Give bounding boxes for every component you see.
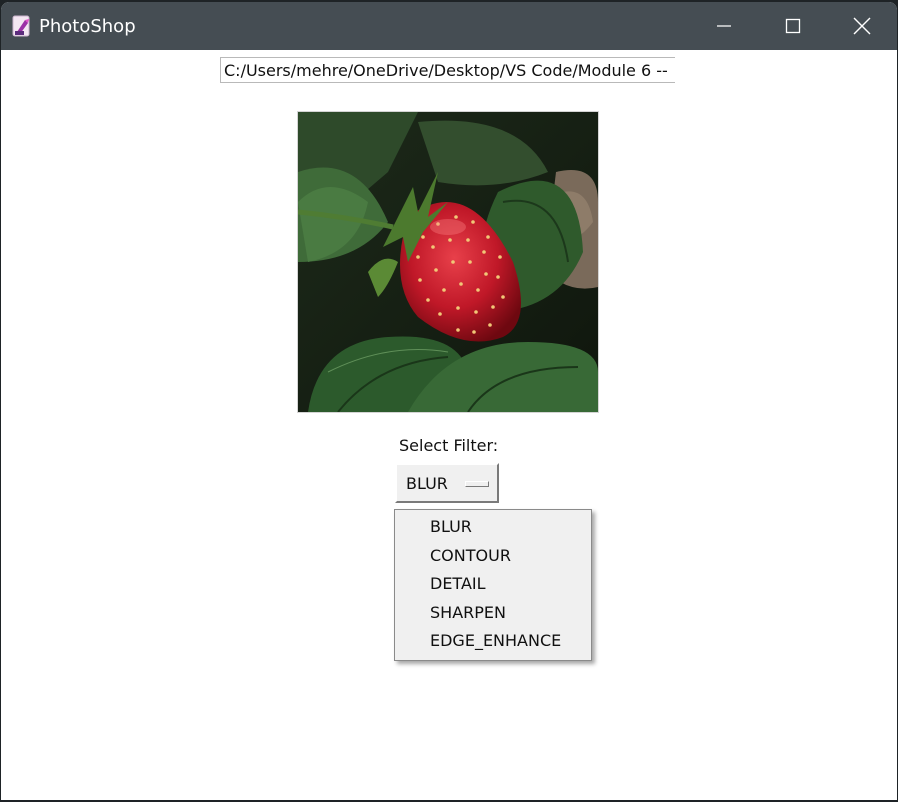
filter-option-menu[interactable]: BLUR [395, 463, 499, 503]
menu-item-edge-enhance[interactable]: EDGE_ENHANCE [430, 631, 561, 651]
minimize-button[interactable] [689, 2, 759, 50]
menu-item-blur[interactable]: BLUR [430, 517, 472, 537]
menu-item-sharpen[interactable]: SHARPEN [430, 603, 506, 623]
menu-item-detail[interactable]: DETAIL [430, 574, 486, 594]
filter-dropdown-menu[interactable]: BLUR CONTOUR DETAIL SHARPEN EDGE_ENHANCE [394, 509, 592, 661]
image-preview [297, 111, 599, 413]
filter-label: Select Filter: [399, 436, 499, 455]
selected-filter: BLUR [406, 474, 448, 493]
close-icon [853, 17, 871, 35]
title-bar[interactable]: PhotoShop [1, 2, 897, 50]
maximize-icon [785, 18, 801, 34]
app-window: PhotoShop C:/Users/mehre/OneDrive/Deskto… [1, 2, 897, 800]
minimize-icon [717, 25, 731, 27]
menu-item-contour[interactable]: CONTOUR [430, 546, 511, 566]
window-title: PhotoShop [39, 16, 136, 37]
maximize-button[interactable] [758, 2, 828, 50]
app-logo-icon [12, 15, 30, 37]
strawberry-image [298, 112, 598, 412]
file-path-field[interactable]: C:/Users/mehre/OneDrive/Desktop/VS Code/… [220, 57, 675, 83]
option-menu-indicator-icon [465, 481, 489, 487]
close-button[interactable] [827, 2, 897, 50]
